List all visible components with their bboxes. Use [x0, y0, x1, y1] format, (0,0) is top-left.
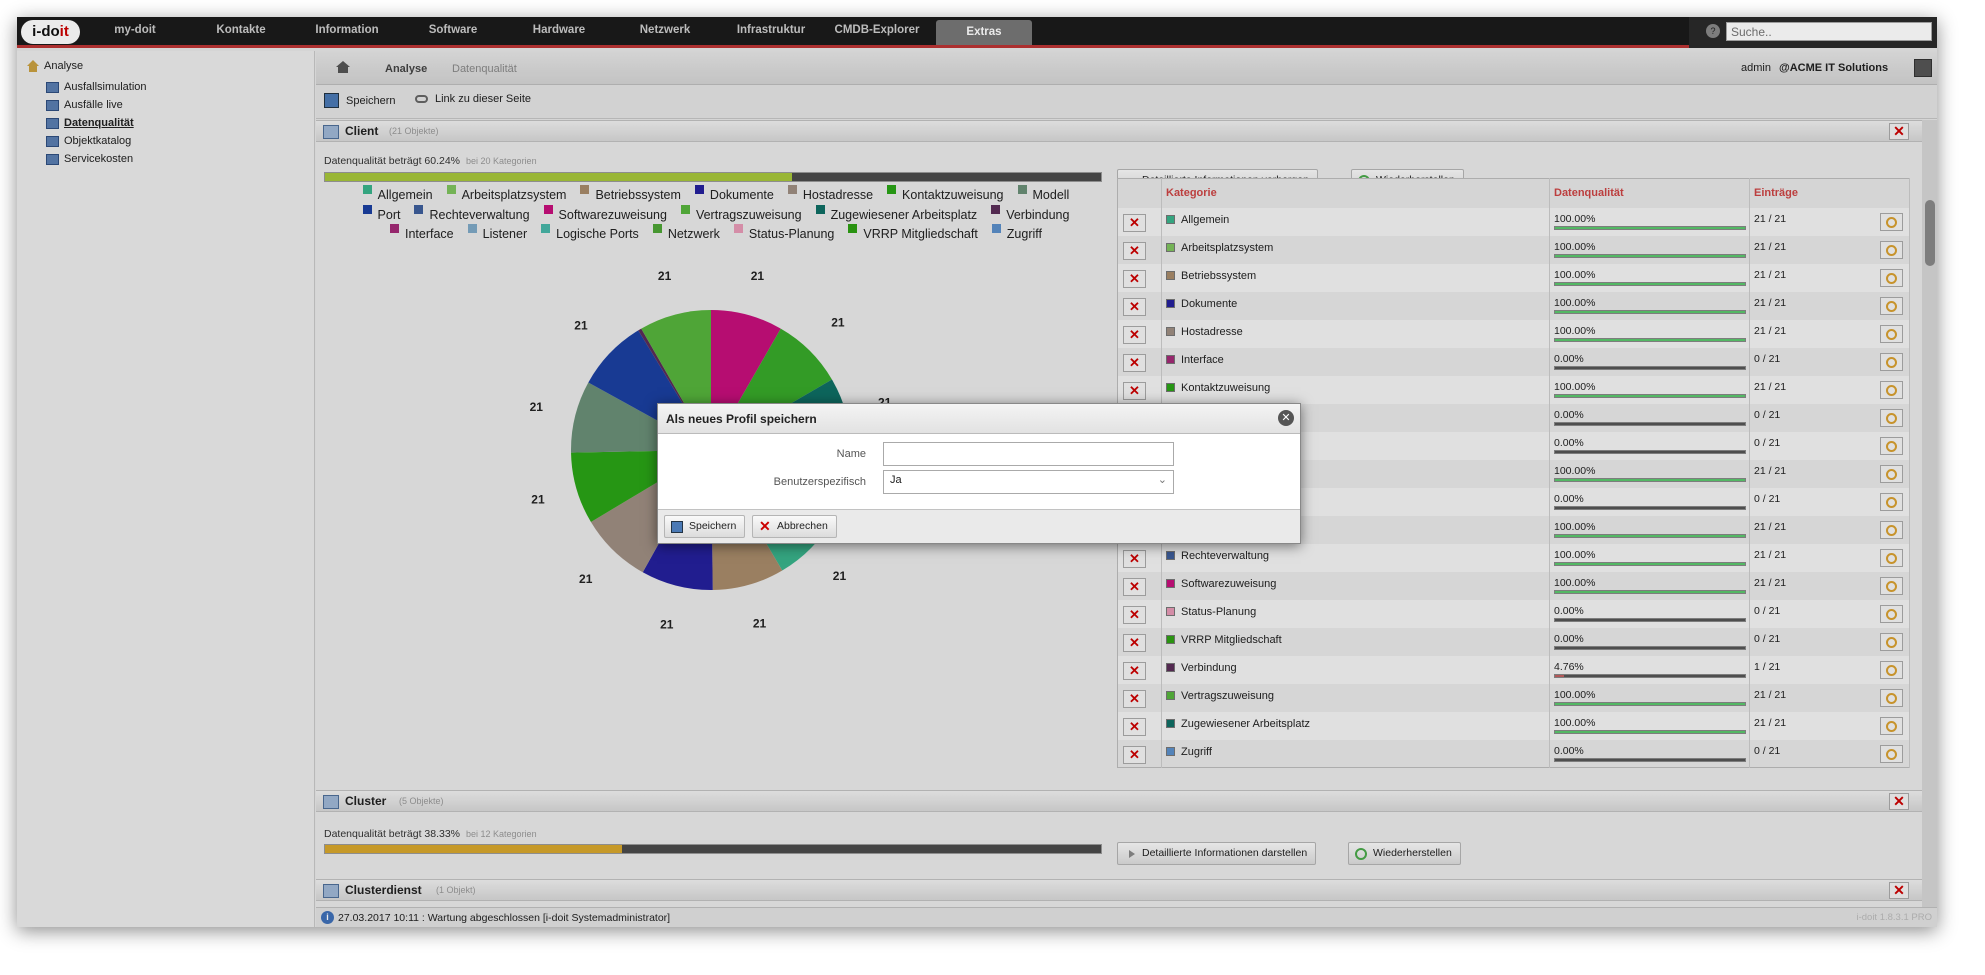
name-field[interactable]	[883, 442, 1174, 466]
user-specific-select[interactable]: Ja ⌄	[883, 470, 1174, 494]
dialog-title: Als neues Profil speichern	[666, 412, 817, 426]
dialog-cancel-button[interactable]: ✕ Abbrechen	[752, 515, 837, 538]
dialog-footer: Speichern ✕ Abbrechen	[658, 509, 1300, 543]
user-specific-label: Benutzerspezifisch	[773, 476, 866, 488]
dialog-header: Als neues Profil speichern ✕	[658, 404, 1300, 434]
dialog-save-button[interactable]: Speichern	[664, 515, 746, 538]
save-profile-dialog: Als neues Profil speichern ✕ Name Benutz…	[657, 403, 1301, 544]
dialog-save-label: Speichern	[689, 520, 737, 532]
dialog-cancel-label: Abbrechen	[777, 520, 828, 532]
save-icon	[671, 521, 683, 533]
cancel-icon: ✕	[759, 518, 771, 534]
chevron-down-icon: ⌄	[1157, 474, 1167, 486]
name-label: Name	[836, 448, 866, 460]
app-window: i-doit my-doit Kontakte Information Soft…	[17, 17, 1937, 927]
close-icon[interactable]: ✕	[1278, 410, 1294, 426]
user-specific-value: Ja	[890, 474, 902, 486]
